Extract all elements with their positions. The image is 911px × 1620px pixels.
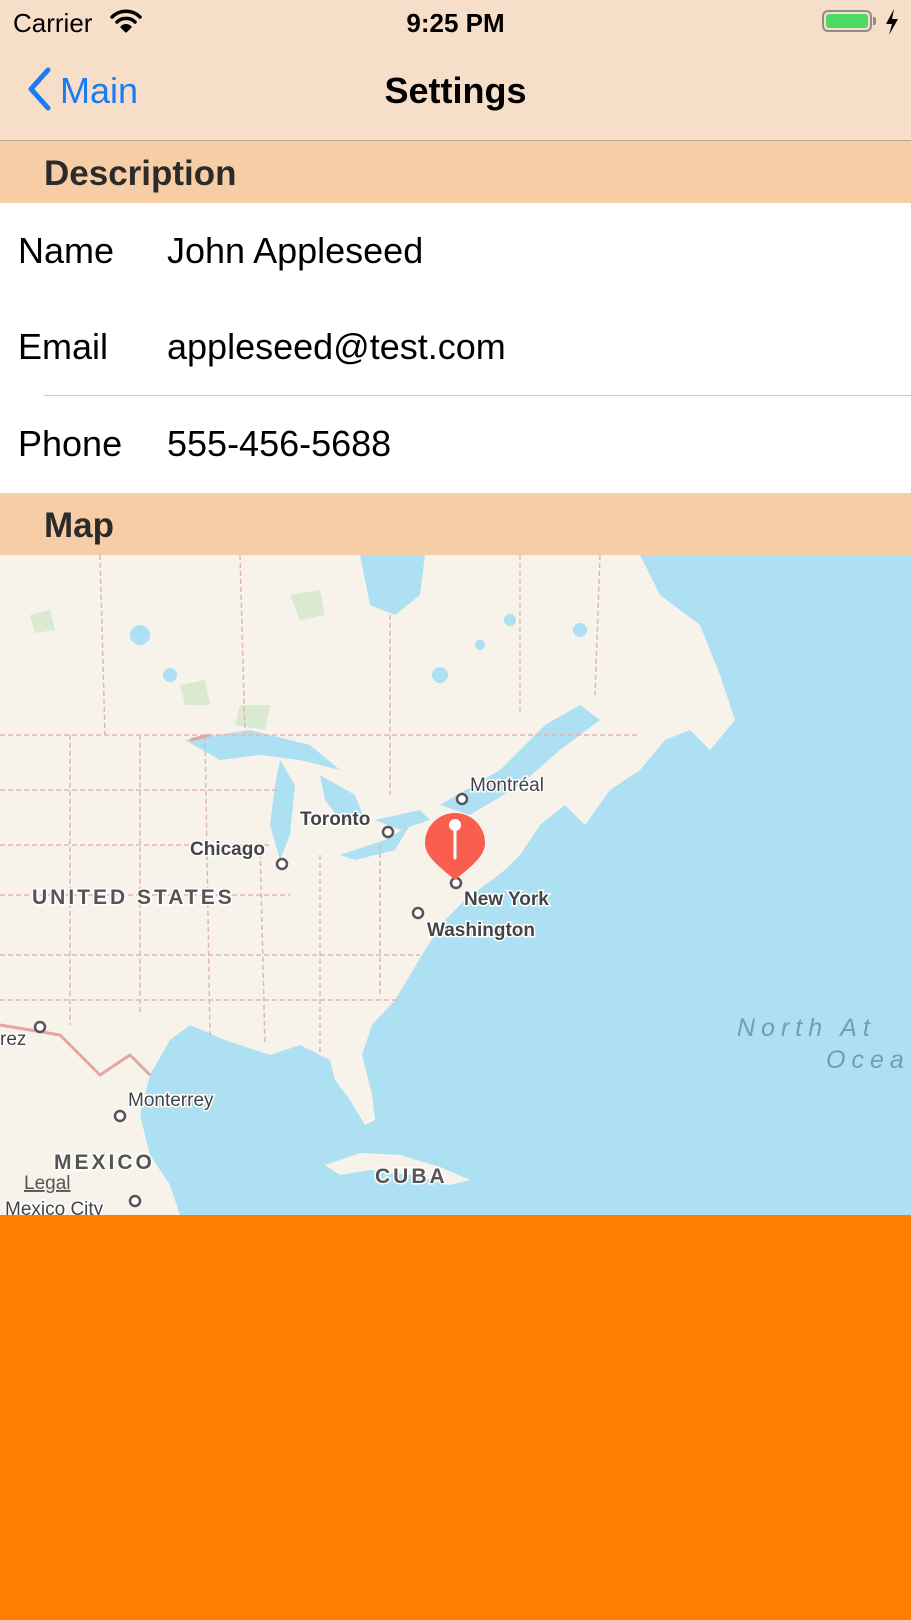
map-label-washington: Washington	[427, 920, 535, 941]
map-label-north-atlantic: North At	[737, 1014, 876, 1042]
map-label-new-york: New York	[464, 889, 549, 910]
map-label-juarez: rez	[0, 1029, 26, 1050]
map-view[interactable]: Montréal Toronto Chicago New York Washin…	[0, 555, 911, 1215]
battery-icon	[822, 10, 872, 32]
name-field[interactable]: John Appleseed	[167, 230, 423, 272]
map-label-mexico-city: Mexico City	[5, 1199, 104, 1215]
name-row[interactable]: Name John Appleseed	[0, 203, 911, 299]
phone-label: Phone	[18, 423, 123, 464]
battery-level-fill	[826, 14, 868, 28]
map-label-montreal: Montréal	[470, 775, 544, 796]
map-label-chicago: Chicago	[190, 839, 265, 860]
map-label-monterrey: Monterrey	[128, 1090, 214, 1111]
map-label-toronto: Toronto	[300, 809, 370, 830]
legal-link[interactable]: Legal	[24, 1173, 71, 1194]
phone-field[interactable]: 555-456-5688	[167, 423, 391, 465]
bottom-panel	[0, 1215, 911, 1620]
status-time: 9:25 PM	[406, 8, 505, 38]
section-title-description: Description	[44, 154, 237, 193]
map-label-ocean: Ocea	[826, 1046, 910, 1074]
charging-bolt-icon	[884, 8, 900, 41]
map-label-cuba: CUBA	[375, 1165, 448, 1188]
battery-tip	[873, 17, 876, 25]
status-bar: Carrier 9:25 PM	[0, 0, 911, 44]
email-field[interactable]: appleseed@test.com	[167, 326, 506, 368]
section-title-map: Map	[44, 506, 114, 545]
section-header-map: Map	[0, 493, 911, 555]
map-label-united-states: UNITED STATES	[32, 886, 235, 909]
email-row[interactable]: Email appleseed@test.com	[0, 299, 911, 395]
navigation-bar: Main Settings	[0, 44, 911, 141]
page-title: Settings	[384, 70, 527, 111]
map-label-mexico: MEXICO	[54, 1151, 155, 1174]
email-label: Email	[18, 326, 109, 367]
phone-row[interactable]: Phone 555-456-5688	[0, 396, 911, 492]
name-label: Name	[18, 230, 115, 271]
section-header-description: Description	[0, 141, 911, 203]
